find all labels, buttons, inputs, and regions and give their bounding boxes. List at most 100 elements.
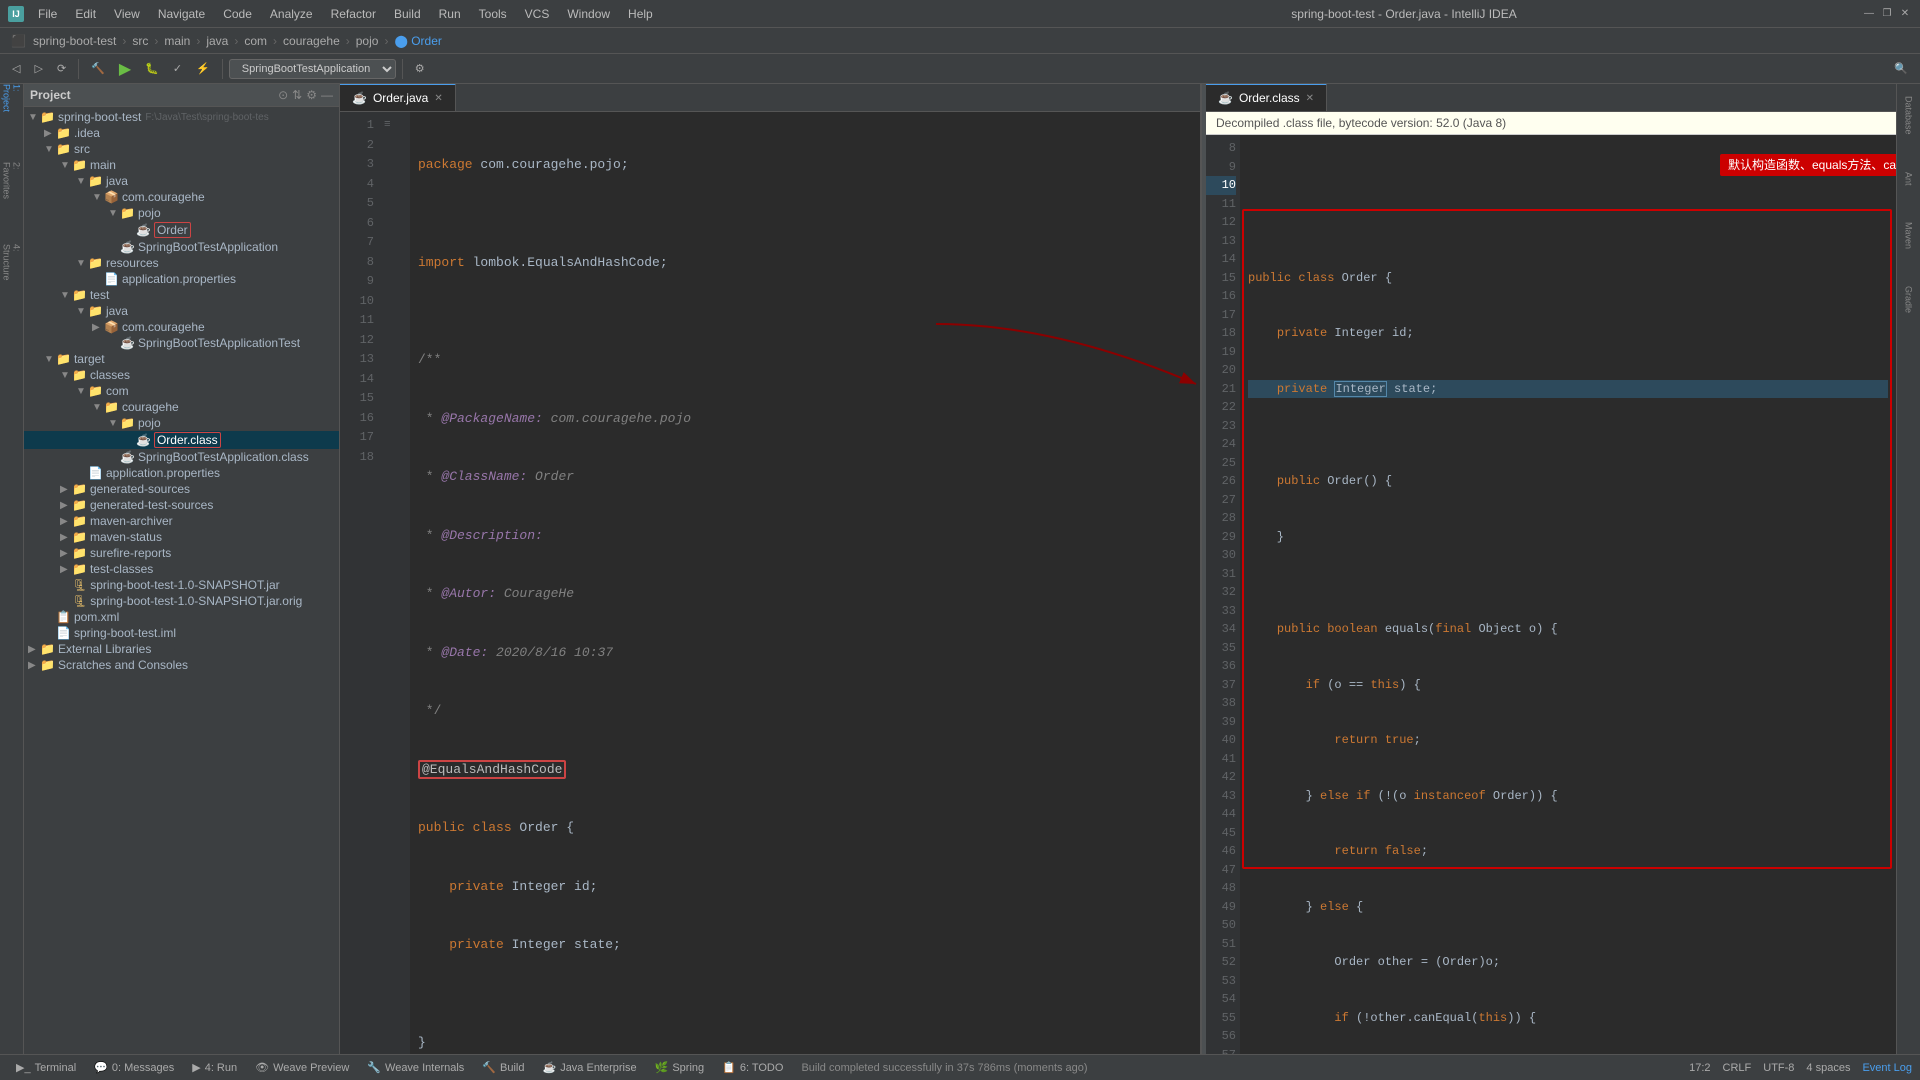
- tree-item-com-classes[interactable]: ▼ 📁 com: [24, 383, 339, 399]
- tab-close-button[interactable]: ✕: [434, 93, 442, 104]
- minimize-button[interactable]: —: [1862, 7, 1876, 21]
- menu-refactor[interactable]: Refactor: [323, 5, 384, 23]
- settings-button[interactable]: ⚙: [409, 59, 431, 78]
- tree-item-couragehe-classes[interactable]: ▼ 📁 couragehe: [24, 399, 339, 415]
- left-editor-content[interactable]: 1 2 3 4 5 6 7 8 9 10 11 12 13 14: [340, 112, 1200, 1054]
- tree-item-test-classes[interactable]: ▶ 📁 test-classes: [24, 561, 339, 577]
- tree-item-test[interactable]: ▼ 📁 test: [24, 287, 339, 303]
- weave-internals-button[interactable]: 🔧 Weave Internals: [359, 1059, 472, 1076]
- messages-button[interactable]: 💬 0: Messages: [86, 1059, 182, 1076]
- back-button[interactable]: ◁: [6, 59, 26, 78]
- menu-edit[interactable]: Edit: [67, 5, 104, 23]
- right-code[interactable]: 默认构造函数、equals方法、canEqual方法、HashCode方法 pu…: [1240, 135, 1896, 1054]
- gradle-panel-toggle[interactable]: Gradle: [1902, 278, 1916, 321]
- tab-order-class[interactable]: ☕ Order.class ✕: [1206, 84, 1327, 111]
- tree-item-pojo-classes[interactable]: ▼ 📁 pojo: [24, 415, 339, 431]
- close-button[interactable]: ✕: [1898, 7, 1912, 21]
- bc-order[interactable]: ⬤ Order: [394, 34, 441, 48]
- run-button run-btn[interactable]: ▶: [113, 56, 137, 82]
- menu-build[interactable]: Build: [386, 5, 429, 23]
- scope-icon[interactable]: ⊙: [278, 88, 288, 102]
- menu-code[interactable]: Code: [215, 5, 260, 23]
- tab-order-java[interactable]: ☕ Order.java ✕: [340, 84, 456, 111]
- search-button[interactable]: 🔍: [1888, 59, 1914, 78]
- tree-item-resources[interactable]: ▼ 📁 resources: [24, 255, 339, 271]
- tree-item-maven-status[interactable]: ▶ 📁 maven-status: [24, 529, 339, 545]
- collapse-panel-icon[interactable]: —: [321, 88, 333, 102]
- bc-src[interactable]: src: [132, 34, 148, 48]
- todo-button[interactable]: 📋 6: TODO: [714, 1059, 791, 1076]
- tree-item-jar[interactable]: 🗜 spring-boot-test-1.0-SNAPSHOT.jar: [24, 577, 339, 593]
- tree-item-pojo[interactable]: ▼ 📁 pojo: [24, 205, 339, 221]
- bc-com[interactable]: com: [244, 34, 267, 48]
- tree-item-main[interactable]: ▼ 📁 main: [24, 157, 339, 173]
- weave-preview-button[interactable]: 👁 Weave Preview: [247, 1059, 357, 1076]
- tree-item-external-libs[interactable]: ▶ 📁 External Libraries: [24, 641, 339, 657]
- forward-button[interactable]: ▷: [28, 59, 48, 78]
- tree-item-com-couragehe-test[interactable]: ▶ 📦 com.couragehe: [24, 319, 339, 335]
- tree-item-app-props-main[interactable]: 📄 application.properties: [24, 271, 339, 287]
- tree-item-surefire[interactable]: ▶ 📁 surefire-reports: [24, 545, 339, 561]
- tree-item-springboot-class[interactable]: ☕ SpringBootTestApplication.class: [24, 449, 339, 465]
- favorites-panel-toggle[interactable]: 2: Favorites: [2, 170, 22, 190]
- debug-button[interactable]: 🐛: [139, 59, 165, 78]
- terminal-button[interactable]: ▶_ Terminal: [8, 1059, 84, 1076]
- tree-item-root[interactable]: ▼ 📁 spring-boot-test F:\Java\Test\spring…: [24, 109, 339, 125]
- expand-all-icon[interactable]: ⇅: [292, 88, 302, 102]
- java-enterprise-button[interactable]: ☕ Java Enterprise: [534, 1059, 644, 1076]
- tree-item-order-class[interactable]: ☕ Order.class: [24, 431, 339, 449]
- tree-item-jar-orig[interactable]: 🗜 spring-boot-test-1.0-SNAPSHOT.jar.orig: [24, 593, 339, 609]
- tree-item-iml[interactable]: 📄 spring-boot-test.iml: [24, 625, 339, 641]
- database-panel-toggle[interactable]: Database: [1902, 88, 1916, 143]
- tree-item-java-test[interactable]: ▼ 📁 java: [24, 303, 339, 319]
- menu-help[interactable]: Help: [620, 5, 661, 23]
- menu-navigate[interactable]: Navigate: [150, 5, 213, 23]
- tree-item-pom[interactable]: 📋 pom.xml: [24, 609, 339, 625]
- tree-item-idea[interactable]: ▶ 📁 .idea: [24, 125, 339, 141]
- recent-files-button[interactable]: ⟳: [51, 59, 72, 78]
- menu-analyze[interactable]: Analyze: [262, 5, 321, 23]
- coverage-button[interactable]: ✓: [167, 59, 188, 78]
- profile-button[interactable]: ⚡: [190, 59, 216, 78]
- tree-item-order-java[interactable]: ☕ Order: [24, 221, 339, 239]
- menu-vcs[interactable]: VCS: [517, 5, 558, 23]
- tree-item-app-props-classes[interactable]: 📄 application.properties: [24, 465, 339, 481]
- menu-file[interactable]: File: [30, 5, 65, 23]
- tree-item-maven-archiver[interactable]: ▶ 📁 maven-archiver: [24, 513, 339, 529]
- menu-window[interactable]: Window: [559, 5, 618, 23]
- tree-item-scratches[interactable]: ▶ 📁 Scratches and Consoles: [24, 657, 339, 673]
- maven-panel-toggle[interactable]: Maven: [1902, 214, 1916, 257]
- bc-main[interactable]: main: [164, 34, 190, 48]
- tree-item-target[interactable]: ▼ 📁 target: [24, 351, 339, 367]
- settings-icon[interactable]: ⚙: [306, 88, 317, 102]
- event-log-button[interactable]: Event Log: [1862, 1062, 1912, 1074]
- tree-item-com-couragehe[interactable]: ▼ 📦 com.couragehe: [24, 189, 339, 205]
- tree-item-springboot-app[interactable]: ☕ SpringBootTestApplication: [24, 239, 339, 255]
- tree-item-gen-test-sources[interactable]: ▶ 📁 generated-test-sources: [24, 497, 339, 513]
- structure-panel-toggle[interactable]: 4: Structure: [2, 252, 22, 272]
- tab-class-close-button[interactable]: ✕: [1306, 93, 1314, 104]
- maximize-button[interactable]: ❐: [1880, 7, 1894, 21]
- menu-run[interactable]: Run: [431, 5, 469, 23]
- build-tool-button[interactable]: 🔨 Build: [474, 1059, 532, 1076]
- left-code[interactable]: package com.couragehe.pojo; import lombo…: [410, 112, 1200, 1054]
- tree-item-springboot-test[interactable]: ☕ SpringBootTestApplicationTest: [24, 335, 339, 351]
- bc-project[interactable]: spring-boot-test: [33, 34, 116, 48]
- right-line-numbers: 8 9 10 11 12 13 14 15 16 17 18 19 20 21: [1206, 135, 1240, 1054]
- tree-item-gen-sources[interactable]: ▶ 📁 generated-sources: [24, 481, 339, 497]
- tree-item-src[interactable]: ▼ 📁 src: [24, 141, 339, 157]
- run-tool-button[interactable]: ▶ 4: Run: [184, 1059, 245, 1076]
- menu-tools[interactable]: Tools: [471, 5, 515, 23]
- build-project-button[interactable]: 🔨: [85, 59, 111, 78]
- spring-button[interactable]: 🌿 Spring: [647, 1059, 713, 1076]
- project-panel-toggle[interactable]: 1: Project: [2, 88, 22, 108]
- run-config-select[interactable]: SpringBootTestApplication: [229, 59, 396, 79]
- ant-panel-toggle[interactable]: Ant: [1902, 164, 1916, 194]
- right-editor-content[interactable]: 8 9 10 11 12 13 14 15 16 17 18 19 20 21: [1206, 135, 1896, 1054]
- tree-item-classes[interactable]: ▼ 📁 classes: [24, 367, 339, 383]
- bc-pojo[interactable]: pojo: [356, 34, 379, 48]
- bc-java[interactable]: java: [206, 34, 228, 48]
- bc-couragehe[interactable]: couragehe: [283, 34, 340, 48]
- menu-view[interactable]: View: [106, 5, 148, 23]
- tree-item-java-main[interactable]: ▼ 📁 java: [24, 173, 339, 189]
